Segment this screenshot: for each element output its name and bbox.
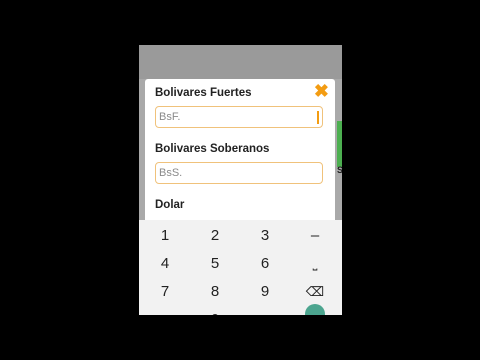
key-0[interactable]: 0 <box>190 306 240 315</box>
bolivares-fuertes-input[interactable] <box>156 107 322 127</box>
bolivares-soberanos-input[interactable] <box>156 163 322 183</box>
key-4[interactable]: 4 <box>140 250 190 278</box>
text-cursor <box>317 111 319 124</box>
label-bolivares-fuertes: Bolivares Fuertes <box>155 87 252 99</box>
key-2[interactable]: 2 <box>190 222 240 250</box>
close-icon[interactable]: ✖ <box>314 82 329 100</box>
key-7[interactable]: 7 <box>140 278 190 306</box>
key-8[interactable]: 8 <box>190 278 240 306</box>
key-5[interactable]: 5 <box>190 250 240 278</box>
label-bolivares-soberanos: Bolivares Soberanos <box>155 143 270 155</box>
phone-screen: S S ✖ Bolivares Fuertes Bolivares Sobera… <box>139 45 342 315</box>
key-1[interactable]: 1 <box>140 222 190 250</box>
backspace-icon[interactable]: ⌫ <box>290 278 340 306</box>
space-icon[interactable]: ⎵ <box>290 250 340 278</box>
bolivares-fuertes-field[interactable] <box>155 106 323 128</box>
key-6[interactable]: 6 <box>240 250 290 278</box>
key-9[interactable]: 9 <box>240 278 290 306</box>
bolivares-soberanos-field[interactable] <box>155 162 323 184</box>
numeric-keyboard: 1 2 3 – 4 5 6 ⎵ 7 8 9 ⌫ 0 <box>139 220 342 315</box>
dimmed-header <box>139 45 342 79</box>
background-text-1: S <box>337 165 342 175</box>
background-green-bar <box>337 121 342 167</box>
key-3[interactable]: 3 <box>240 222 290 250</box>
converter-dialog: ✖ Bolivares Fuertes Bolivares Soberanos … <box>145 79 335 229</box>
label-dolar: Dolar <box>155 199 185 211</box>
key-minus[interactable]: – <box>290 222 340 250</box>
